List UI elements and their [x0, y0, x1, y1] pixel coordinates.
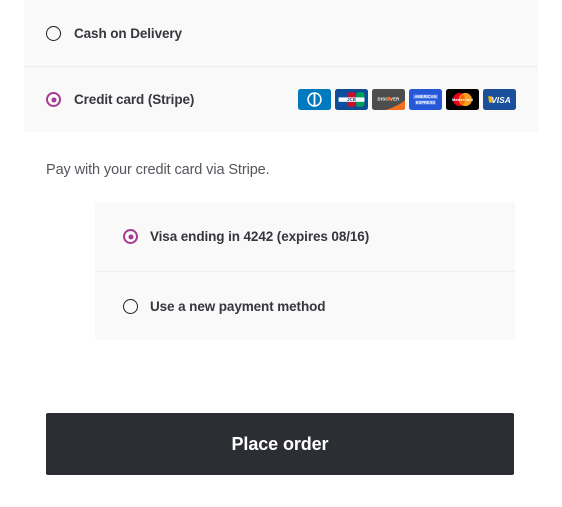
svg-text:VISA: VISA [491, 95, 511, 105]
visa-icon: VISA [483, 89, 516, 110]
saved-card-label: Use a new payment method [150, 298, 326, 314]
place-order-button[interactable]: Place order [46, 413, 514, 475]
radio-unselected-icon[interactable] [123, 298, 138, 314]
payment-method-label: Cash on Delivery [74, 25, 182, 41]
jcb-icon: JCB [335, 89, 368, 110]
stripe-description: Pay with your credit card via Stripe. [46, 162, 270, 178]
radio-unselected-icon[interactable] [46, 25, 61, 41]
american-express-icon: AMERICAN EXPRESS [409, 89, 442, 110]
svg-text:MasterCard: MasterCard [452, 98, 474, 102]
saved-card-label: Visa ending in 4242 (expires 08/16) [150, 229, 370, 244]
radio-selected-icon[interactable] [46, 92, 61, 107]
payment-method-label: Credit card (Stripe) [74, 92, 195, 107]
svg-text:EXPRESS: EXPRESS [416, 100, 436, 105]
saved-card-option-visa-4242[interactable]: Visa ending in 4242 (expires 08/16) [95, 202, 515, 271]
payment-method-option-credit-card-stripe[interactable]: Credit card (Stripe) JCB DISC VER AMERIC… [24, 66, 538, 132]
svg-text:AMERICAN: AMERICAN [414, 94, 436, 99]
payment-method-option-cash-on-delivery[interactable]: Cash on Delivery [24, 0, 538, 66]
mastercard-icon: MasterCard [446, 89, 479, 110]
diners-club-icon [298, 89, 331, 110]
radio-selected-icon[interactable] [123, 229, 138, 244]
accepted-card-brands: JCB DISC VER AMERICAN EXPRESS MasterCard… [298, 89, 516, 110]
discover-icon: DISC VER [372, 89, 405, 110]
saved-card-option-new-payment-method[interactable]: Use a new payment method [95, 271, 515, 340]
payment-methods-panel: Cash on Delivery Credit card (Stripe) JC… [24, 0, 538, 132]
saved-payment-methods-panel: Visa ending in 4242 (expires 08/16) Use … [95, 202, 515, 340]
svg-text:JCB: JCB [347, 97, 356, 102]
